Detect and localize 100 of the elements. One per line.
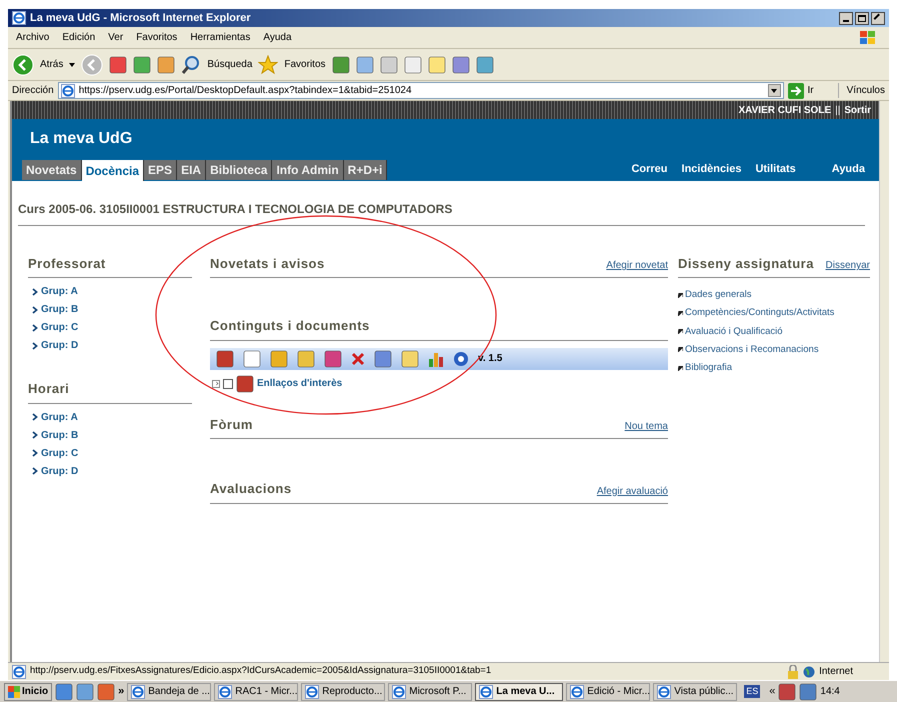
chevron-icon xyxy=(32,413,38,421)
group-link[interactable]: Grup: B xyxy=(41,302,78,317)
status-url: http://pserv.udg.es/FitxesAssignatures/Edicio.aspx?IdCursAcademic=2005&IdAssignatura=3105II0001&tab=1 xyxy=(30,664,492,678)
page-icon xyxy=(60,84,75,98)
search-button[interactable]: Búsqueda xyxy=(207,57,252,72)
language-indicator[interactable]: ES xyxy=(744,684,760,698)
back-button[interactable]: Atrás xyxy=(40,57,64,72)
window-icon xyxy=(657,684,672,698)
minimize-button[interactable] xyxy=(839,12,853,24)
window-icon xyxy=(218,684,232,698)
separator-text: || xyxy=(835,104,840,118)
delete-icon[interactable] xyxy=(351,352,365,366)
arrow-icon xyxy=(678,292,683,298)
group-link[interactable]: Grup: C xyxy=(41,446,78,460)
links-button[interactable]: Vínculos xyxy=(838,83,885,98)
maximize-button[interactable] xyxy=(855,12,869,24)
chevron-icon xyxy=(32,449,38,457)
window-icon xyxy=(131,684,146,698)
taskbar-task[interactable]: La meva U... xyxy=(475,682,564,700)
nav-tab[interactable]: Info Admin xyxy=(272,160,344,180)
nav-tab[interactable]: EIA xyxy=(177,160,206,180)
menu-item[interactable]: Edición xyxy=(62,30,96,45)
arrow-icon xyxy=(678,366,683,371)
security-zone: Internet xyxy=(819,665,853,679)
header-link[interactable]: Correu xyxy=(631,160,668,177)
design-link[interactable]: Bibliografia xyxy=(685,361,732,376)
group-link[interactable]: Grup: D xyxy=(41,464,78,478)
go-arrow-icon[interactable] xyxy=(788,82,804,98)
header-link[interactable]: Incidències xyxy=(682,160,742,177)
section-title: Professorat xyxy=(28,254,106,272)
taskbar-task[interactable]: Bandeja de ... xyxy=(127,682,212,700)
address-field[interactable]: https://pserv.udg.es/Portal/DesktopDefault.aspx?tabindex=1&tabid=251024 xyxy=(58,82,784,99)
search-icon[interactable] xyxy=(181,54,202,74)
nav-tab[interactable]: Novetats xyxy=(22,160,82,180)
design-link[interactable]: Avaluació i Qualificació xyxy=(685,324,783,339)
scrollbar[interactable] xyxy=(879,101,889,662)
close-button[interactable] xyxy=(871,12,885,24)
chevron-icon xyxy=(32,467,38,475)
favorites-button[interactable]: Favoritos xyxy=(284,57,326,72)
section-action-link[interactable]: Afegir avaluació xyxy=(596,484,668,498)
site-title: La meva UdG xyxy=(29,129,134,149)
nav-tab[interactable]: Docència xyxy=(82,160,144,181)
tree-item-link[interactable]: Enllaços d'interès xyxy=(257,376,342,391)
tree-checkbox[interactable] xyxy=(223,378,233,388)
caret-icon[interactable] xyxy=(69,62,76,66)
tray-expand-button[interactable]: « xyxy=(769,683,776,700)
section-action-link[interactable]: Afegir novetat xyxy=(606,258,668,273)
go-button[interactable]: Ir xyxy=(808,83,834,98)
chevron-icon xyxy=(32,306,38,314)
taskbar-task[interactable]: RAC1 - Micr... xyxy=(214,682,298,700)
group-link[interactable]: Grup: A xyxy=(41,284,78,299)
taskbar-task[interactable]: Reproducto... xyxy=(301,682,386,700)
arrow-icon xyxy=(678,310,683,316)
bar-chart-icon[interactable] xyxy=(428,350,444,366)
clock: 14:4 xyxy=(820,685,840,699)
more-button[interactable]: » xyxy=(118,683,124,700)
chevron-icon xyxy=(32,342,38,350)
group-link[interactable]: Grup: A xyxy=(41,410,78,424)
group-link[interactable]: Grup: C xyxy=(41,320,78,335)
window-icon xyxy=(570,684,584,698)
logout-link[interactable]: Sortir xyxy=(844,102,871,118)
menu-item[interactable]: Ayuda xyxy=(263,30,292,45)
chevron-icon xyxy=(32,431,38,439)
windows-logo-icon xyxy=(8,686,20,698)
section-action-link[interactable]: Dissenyar xyxy=(826,258,870,273)
nav-tab[interactable]: EPS xyxy=(144,160,178,180)
arrow-icon xyxy=(678,329,683,334)
design-link[interactable]: Dades generals xyxy=(685,288,752,302)
group-link[interactable]: Grup: B xyxy=(41,428,78,442)
course-title: Curs 2005-06. 3105II0001 ESTRUCTURA I TECNOLOGIA DE COMPUTADORS xyxy=(18,202,452,216)
menu-item[interactable]: Archivo xyxy=(16,30,50,45)
menu-item[interactable]: Ver xyxy=(108,30,124,45)
expand-toggle[interactable] xyxy=(212,380,220,388)
address-label: Dirección xyxy=(12,84,54,98)
star-icon[interactable] xyxy=(258,54,278,74)
window-icon xyxy=(479,684,494,698)
nav-tab[interactable]: R+D+i xyxy=(344,160,388,180)
taskbar-task[interactable]: Microsoft P... xyxy=(388,682,472,700)
taskbar-task[interactable]: Vista públic... xyxy=(653,682,738,700)
section-title: Disseny assignatura xyxy=(678,254,814,273)
start-button[interactable]: Inicio xyxy=(4,682,52,700)
design-link[interactable]: Competències/Continguts/Activitats xyxy=(685,306,834,320)
nav-tab[interactable]: Biblioteca xyxy=(206,160,272,180)
header-link[interactable]: Utilitats xyxy=(755,160,796,177)
menu-item[interactable]: Herramientas xyxy=(190,30,250,45)
window-title: La meva UdG - Microsoft Internet Explorer xyxy=(30,10,251,26)
section-title: Novetats i avisos xyxy=(210,254,325,272)
caret-icon xyxy=(771,88,778,92)
taskbar-task[interactable]: Edició - Micr... xyxy=(566,682,650,700)
lock-icon xyxy=(787,664,800,678)
group-link[interactable]: Grup: D xyxy=(41,338,78,353)
section-action-link[interactable]: Nou tema xyxy=(624,419,668,434)
arrow-icon xyxy=(678,347,683,352)
menu-item[interactable]: Favoritos xyxy=(136,30,178,45)
header-link[interactable]: Ayuda xyxy=(832,160,865,177)
section-title: Horari xyxy=(28,380,70,398)
design-link[interactable]: Observacions i Recomanacions xyxy=(685,342,819,357)
section-title: Continguts i documents xyxy=(210,317,370,335)
user-name: XAVIER CUFI SOLE xyxy=(738,104,832,118)
dropdown-button[interactable] xyxy=(768,84,781,97)
